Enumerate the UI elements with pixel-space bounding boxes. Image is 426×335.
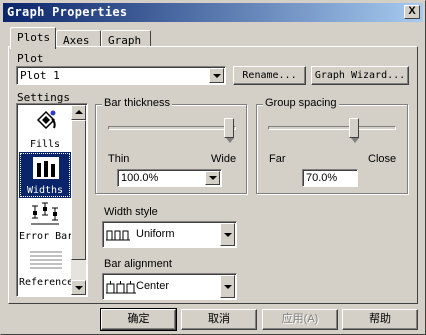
settings-item-label: Widths <box>26 185 64 196</box>
cancel-button-label: 取消 <box>208 313 230 325</box>
group-spacing-slider[interactable] <box>348 118 359 143</box>
bar-alignment-dropdown-button[interactable] <box>220 275 235 298</box>
bar-widths-icon <box>33 157 59 179</box>
apply-button-label: 应用(A) <box>281 313 319 325</box>
graph-wizard-button[interactable]: Graph Wizard... <box>311 66 409 85</box>
bar-thickness-max-label: Wide <box>211 153 237 165</box>
group-spacing-max-label: Close <box>368 153 397 165</box>
scroll-thumb[interactable] <box>71 120 86 260</box>
width-style-label: Width style <box>104 206 158 218</box>
bar-thickness-track <box>108 126 236 130</box>
plot-select[interactable]: Plot 1 <box>16 66 226 85</box>
error-bars-icon <box>31 202 59 225</box>
width-style-value: Uniform <box>136 228 175 240</box>
group-spacing-min-label: Far <box>269 153 286 165</box>
settings-item-label: Reference <box>19 277 71 288</box>
fill-bucket-icon <box>36 110 56 130</box>
settings-item-error-bars[interactable]: Error Bars <box>19 198 71 244</box>
graph-wizard-button-label: Graph Wizard... <box>314 70 406 81</box>
plot-select-value: Plot 1 <box>20 69 60 82</box>
ok-button[interactable]: 确定 <box>100 308 177 331</box>
bar-thickness-title: Bar thickness <box>102 97 173 109</box>
bar-thickness-min-label: Thin <box>108 153 130 165</box>
plot-dropdown-button[interactable] <box>209 68 224 83</box>
close-icon: X <box>408 5 416 17</box>
close-button[interactable]: X <box>404 5 420 19</box>
width-style-select[interactable]: Uniform <box>102 221 237 248</box>
settings-scrollbar[interactable] <box>71 105 86 295</box>
scroll-up-button[interactable] <box>71 105 86 120</box>
group-spacing-value: 70.0% <box>306 172 338 184</box>
rename-button[interactable]: Rename... <box>233 66 306 85</box>
window-title: Graph Properties <box>7 5 128 19</box>
group-spacing-input[interactable]: 70.0% <box>302 169 358 187</box>
bar-alignment-select[interactable]: Center <box>102 273 237 300</box>
apply-button[interactable]: 应用(A) <box>262 309 338 330</box>
group-spacing-track <box>268 126 396 130</box>
group-spacing-title: Group spacing <box>263 97 339 109</box>
plot-label: Plot <box>17 52 44 65</box>
settings-list[interactable]: Fills Widths Error Bars Refe <box>16 103 88 297</box>
bar-alignment-label: Bar alignment <box>104 258 172 270</box>
bar-alignment-value: Center <box>136 280 170 292</box>
center-align-icon <box>106 281 136 294</box>
settings-item-widths[interactable]: Widths <box>19 152 71 198</box>
width-style-dropdown-button[interactable] <box>220 223 235 246</box>
cancel-button[interactable]: 取消 <box>181 309 257 330</box>
settings-item-fills[interactable]: Fills <box>19 106 71 152</box>
settings-item-reference[interactable]: Reference <box>19 244 71 290</box>
title-bar[interactable]: Graph Properties X <box>3 3 423 22</box>
tab-plots-label: Plots <box>17 31 51 44</box>
bar-thickness-value: 100.0% <box>121 172 159 184</box>
bar-thickness-slider[interactable] <box>224 118 234 143</box>
rename-button-label: Rename... <box>242 70 297 81</box>
settings-item-label: Fills <box>29 139 61 150</box>
bar-thickness-select[interactable]: 100.0% <box>117 169 222 187</box>
bar-thickness-dropdown-button[interactable] <box>205 171 220 185</box>
reference-lines-icon <box>30 251 62 269</box>
settings-item-label: Error Bars <box>19 231 71 242</box>
scroll-down-button[interactable] <box>71 280 86 295</box>
help-button[interactable]: 帮助 <box>342 309 418 330</box>
help-button-label: 帮助 <box>369 313 391 325</box>
uniform-width-icon <box>106 230 130 241</box>
tab-plots[interactable]: Plots <box>10 27 56 49</box>
ok-button-label: 确定 <box>127 313 150 325</box>
